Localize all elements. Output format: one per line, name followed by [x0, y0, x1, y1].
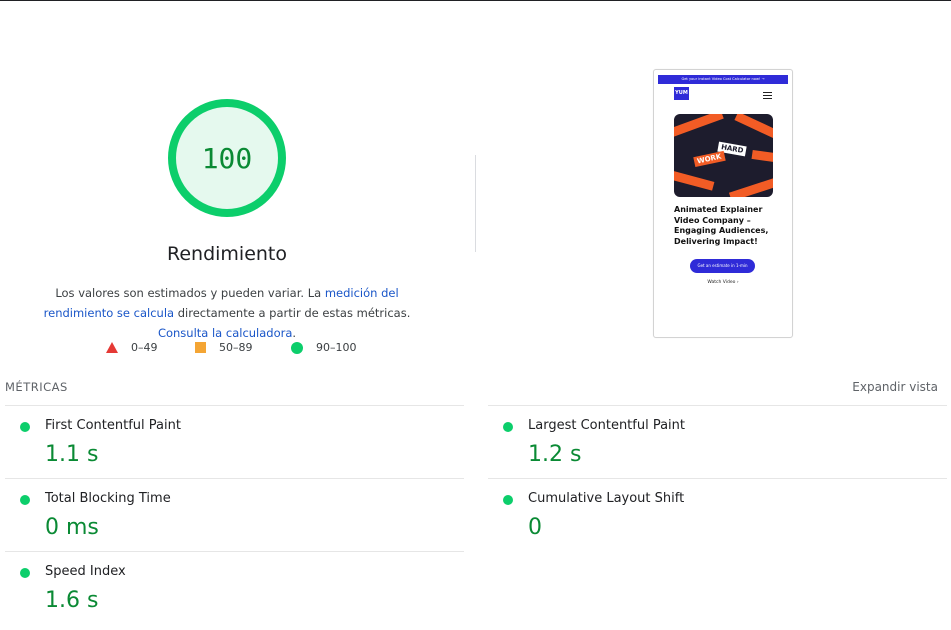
- metric-value: 1.6 s: [45, 588, 99, 613]
- metric-value: 1.1 s: [45, 442, 99, 467]
- legend-item-fail: 0–49: [106, 341, 158, 354]
- calculator-link[interactable]: Consulta la calculadora: [158, 326, 292, 340]
- metric-cls: Cumulative Layout Shift 0: [488, 478, 947, 552]
- metric-lcp: Largest Contentful Paint 1.2 s: [488, 405, 947, 479]
- legend-range: 90–100: [316, 341, 357, 354]
- metric-value: 0: [528, 515, 542, 540]
- final-screenshot[interactable]: Get your instant Video Cost Calculator n…: [653, 69, 793, 338]
- metric-name: Speed Index: [45, 564, 126, 579]
- metric-fcp: First Contentful Paint 1.1 s: [5, 405, 464, 479]
- red-triangle-icon: [106, 342, 118, 353]
- metric-value: 1.2 s: [528, 442, 582, 467]
- screenshot-hero-image: HARD WORK: [674, 114, 773, 197]
- green-circle-icon: [20, 568, 30, 578]
- legend-item-average: 50–89: [195, 341, 253, 354]
- expand-view-button[interactable]: Expandir vista: [852, 380, 938, 394]
- screenshot-logo: YUM: [674, 87, 689, 100]
- performance-label: Rendimiento: [166, 243, 287, 265]
- green-circle-icon: [503, 422, 513, 432]
- screenshot-headline: Animated Explainer Video Company – Engag…: [674, 205, 769, 246]
- green-circle-icon: [291, 341, 303, 354]
- hamburger-menu-icon: [763, 92, 772, 101]
- performance-description: Los valores son estimados y pueden varia…: [22, 283, 432, 343]
- legend-range: 50–89: [219, 341, 253, 354]
- performance-gauge: 100: [167, 98, 287, 218]
- screenshot-watch-video: Watch Video ›: [707, 280, 739, 285]
- metric-name: First Contentful Paint: [45, 418, 181, 433]
- screenshot-cta-button: Get an estimate in 1-min: [690, 259, 755, 273]
- orange-square-icon: [195, 342, 206, 353]
- metric-tbt: Total Blocking Time 0 ms: [5, 478, 464, 552]
- metrics-title: MÉTRICAS: [5, 380, 68, 394]
- green-circle-icon: [503, 495, 513, 505]
- green-circle-icon: [20, 422, 30, 432]
- green-circle-icon: [20, 495, 30, 505]
- metric-si: Speed Index 1.6 s: [5, 551, 464, 625]
- desc-text-2: directamente a partir de estas métricas.: [174, 306, 411, 320]
- top-border: [0, 0, 951, 1]
- desc-text-3: .: [292, 326, 297, 340]
- hero-tag-work: WORK: [693, 150, 726, 168]
- screenshot-banner: Get your instant Video Cost Calculator n…: [658, 75, 788, 84]
- vertical-divider: [475, 155, 476, 252]
- legend-range: 0–49: [131, 341, 158, 354]
- metric-name: Cumulative Layout Shift: [528, 491, 685, 506]
- metric-name: Total Blocking Time: [45, 491, 171, 506]
- metric-value: 0 ms: [45, 515, 99, 540]
- metric-name: Largest Contentful Paint: [528, 418, 686, 433]
- desc-text-1: Los valores son estimados y pueden varia…: [55, 286, 325, 300]
- performance-score: 100: [201, 141, 253, 175]
- legend-item-pass: 90–100: [291, 341, 357, 354]
